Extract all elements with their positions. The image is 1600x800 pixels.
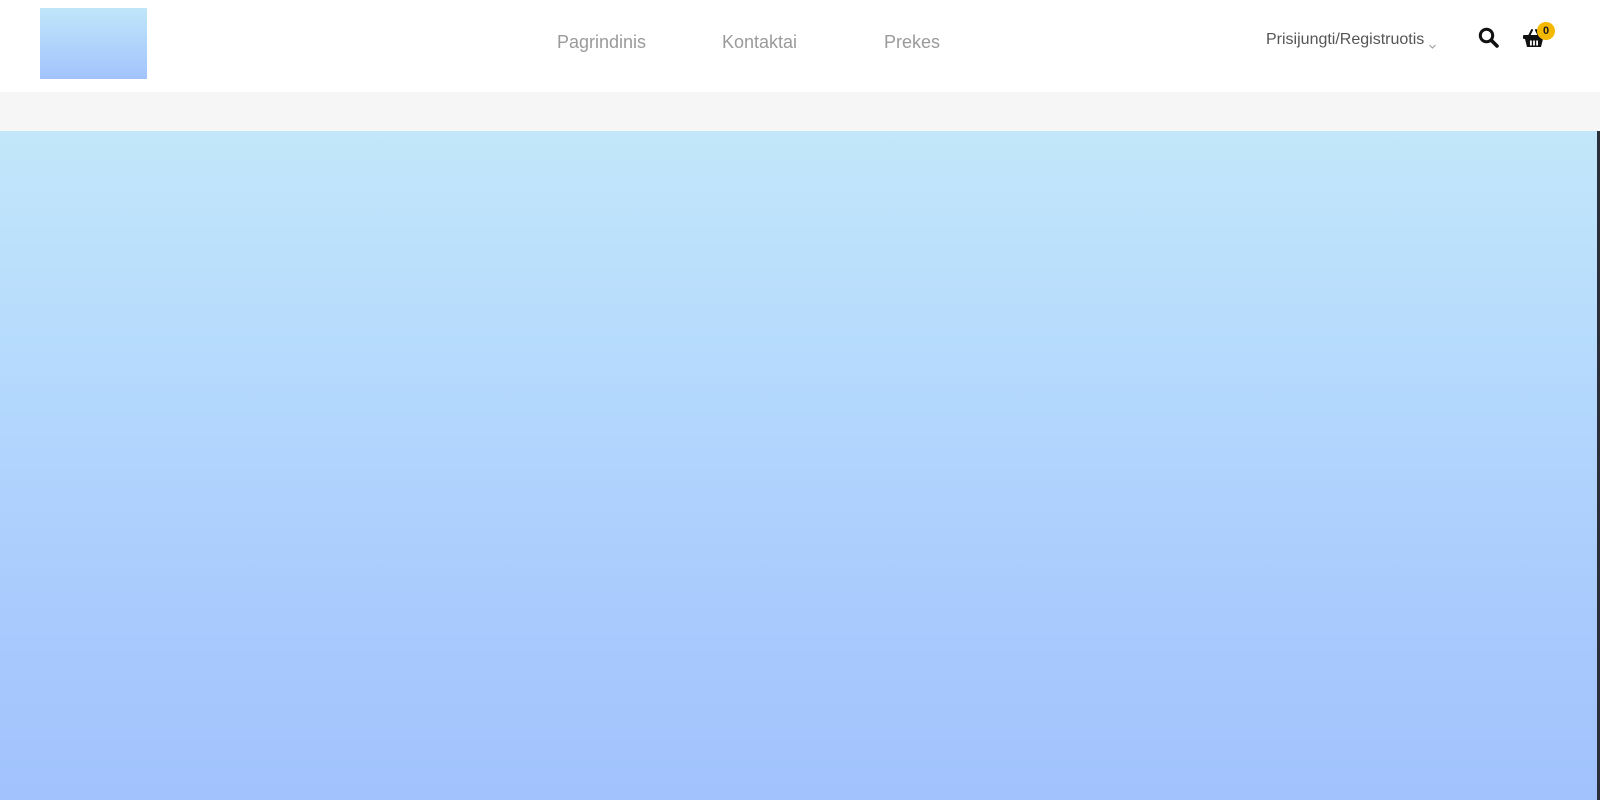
header-divider-band	[0, 92, 1600, 131]
chevron-down-icon	[1429, 37, 1437, 49]
site-logo[interactable]	[40, 8, 147, 79]
cart-count-badge: 0	[1537, 22, 1555, 40]
account-menu[interactable]: Prisijungti/Registruotis	[1266, 28, 1437, 52]
site-header: Pagrindinis Kontaktai Prekes Prisijungti…	[0, 0, 1600, 92]
hero-banner	[0, 131, 1598, 800]
nav-link-kontaktai[interactable]: Kontaktai	[722, 30, 797, 54]
nav-link-pagrindinis[interactable]: Pagrindinis	[557, 30, 646, 54]
account-label: Prisijungti/Registruotis	[1266, 31, 1425, 48]
search-icon[interactable]	[1478, 27, 1500, 49]
nav-link-prekes[interactable]: Prekes	[884, 30, 940, 54]
